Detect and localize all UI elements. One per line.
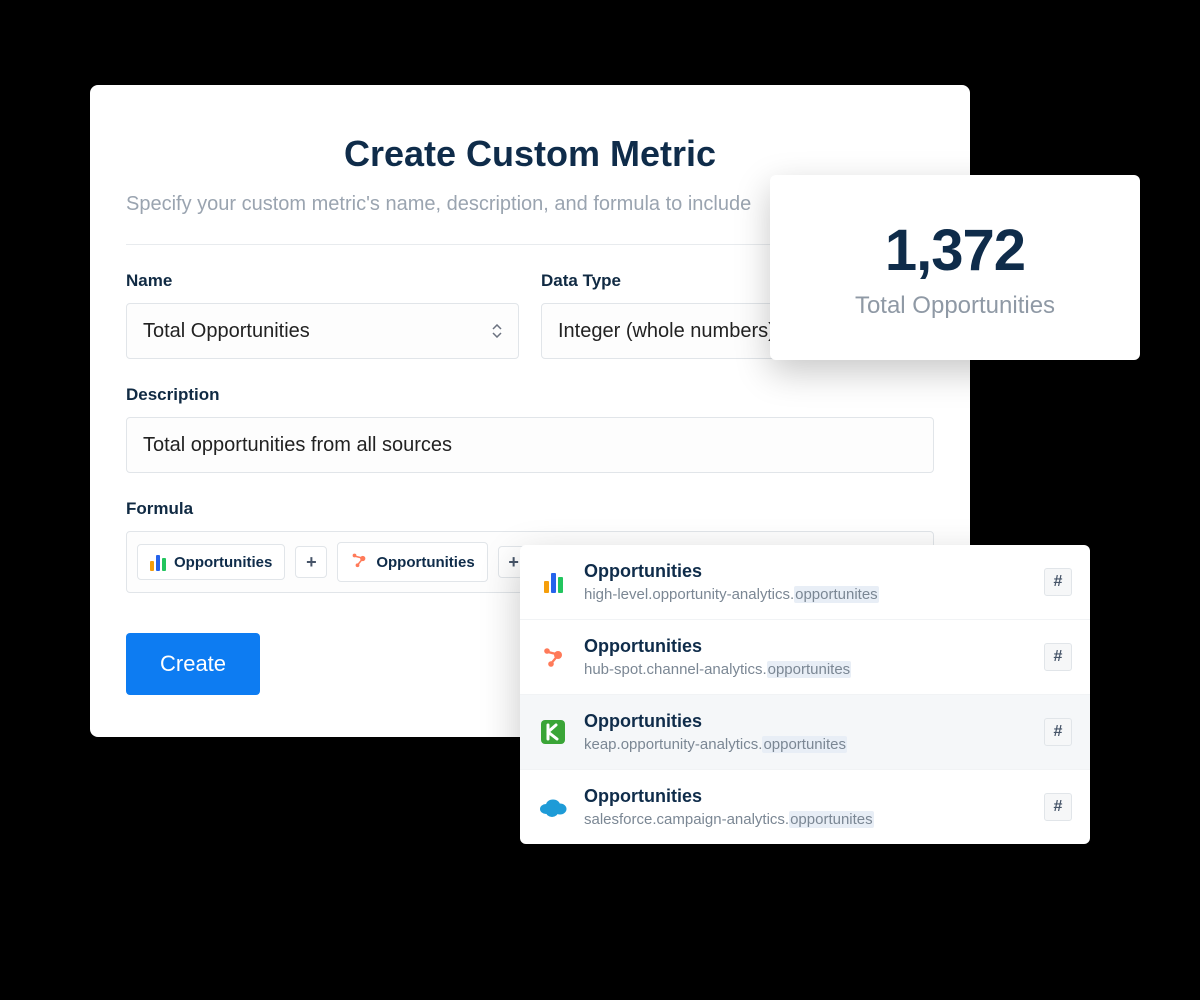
suggestion-path: high-level.opportunity-analytics.opportu… <box>584 586 1028 603</box>
hubspot-icon <box>350 551 368 573</box>
suggestion-item[interactable]: Opportunities hub-spot.channel-analytics… <box>520 620 1090 695</box>
metric-summary-card: 1,372 Total Opportunities <box>770 175 1140 360</box>
page-title: Create Custom Metric <box>126 133 934 175</box>
formula-chip[interactable]: Opportunities <box>137 544 285 580</box>
bars-icon <box>150 553 166 571</box>
name-input-value: Total Opportunities <box>143 320 310 343</box>
description-label: Description <box>126 385 934 405</box>
suggestion-path: keap.opportunity-analytics.opportunites <box>584 736 1028 753</box>
description-input[interactable]: Total opportunities from all sources <box>126 417 934 473</box>
suggestion-name: Opportunities <box>584 561 1028 582</box>
datatype-value: Integer (whole numbers) <box>558 320 775 343</box>
formula-label: Formula <box>126 499 934 519</box>
keap-icon <box>538 717 568 747</box>
chip-label: Opportunities <box>174 554 272 571</box>
hubspot-icon <box>538 642 568 672</box>
formula-operator[interactable]: + <box>295 546 327 578</box>
suggestion-path: hub-spot.channel-analytics.opportunites <box>584 661 1028 678</box>
type-badge-number: # <box>1044 793 1072 821</box>
name-label: Name <box>126 271 519 291</box>
type-badge-number: # <box>1044 568 1072 596</box>
salesforce-icon <box>538 792 568 822</box>
create-button[interactable]: Create <box>126 633 260 695</box>
name-input[interactable]: Total Opportunities <box>126 303 519 359</box>
type-badge-number: # <box>1044 718 1072 746</box>
suggestions-panel: Opportunities high-level.opportunity-ana… <box>520 545 1090 844</box>
suggestion-item[interactable]: Opportunities salesforce.campaign-analyt… <box>520 770 1090 844</box>
suggestion-item[interactable]: Opportunities keap.opportunity-analytics… <box>520 695 1090 770</box>
suggestion-name: Opportunities <box>584 711 1028 732</box>
suggestion-path: salesforce.campaign-analytics.opportunit… <box>584 811 1028 828</box>
stepper-icon[interactable] <box>492 324 502 338</box>
suggestion-item[interactable]: Opportunities high-level.opportunity-ana… <box>520 545 1090 620</box>
bars-icon <box>538 567 568 597</box>
metric-value: 1,372 <box>790 217 1120 284</box>
description-value: Total opportunities from all sources <box>143 434 452 457</box>
suggestion-name: Opportunities <box>584 636 1028 657</box>
type-badge-number: # <box>1044 643 1072 671</box>
chip-label: Opportunities <box>376 554 474 571</box>
suggestion-name: Opportunities <box>584 786 1028 807</box>
metric-label: Total Opportunities <box>790 292 1120 320</box>
formula-chip[interactable]: Opportunities <box>337 542 487 582</box>
